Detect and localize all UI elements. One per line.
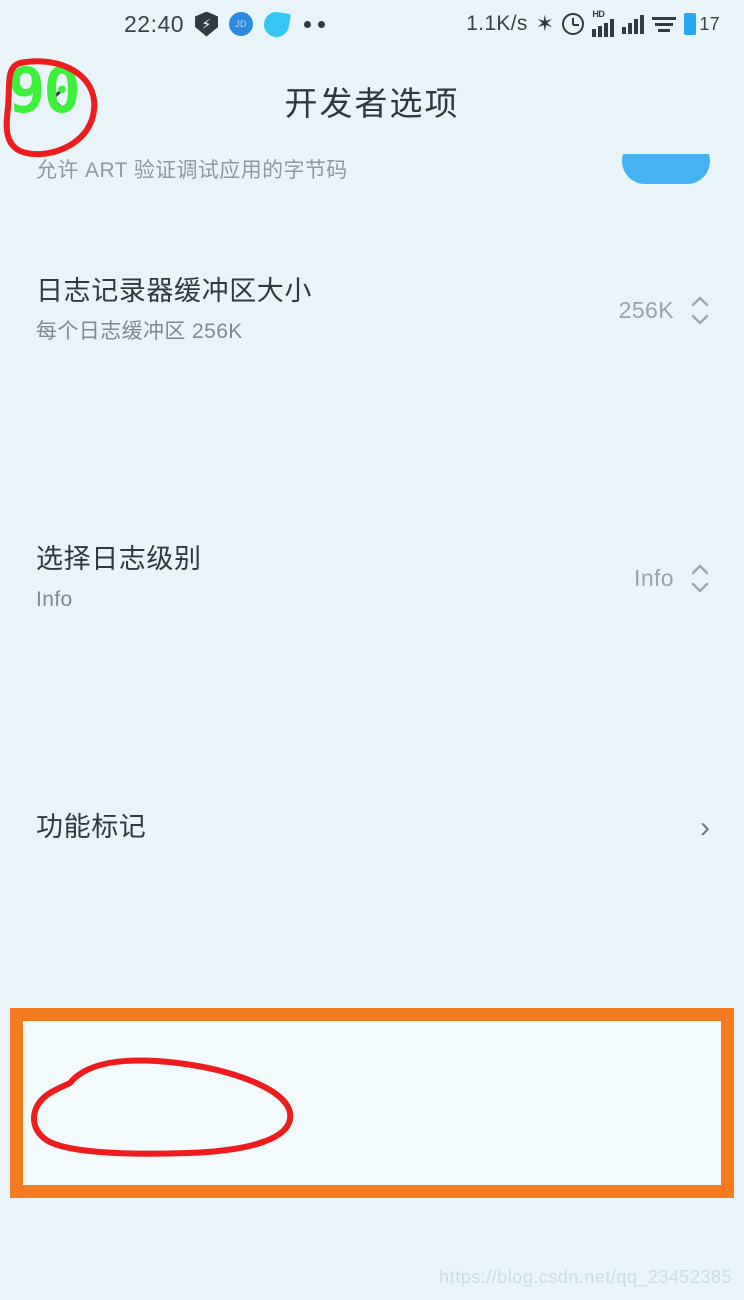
list-item-value: Info [634,564,674,591]
signal-bars-icon [622,14,645,34]
shield-icon: ⚡ [195,11,219,37]
stepper-icon[interactable] [690,295,710,326]
list-item-log-level[interactable]: 选择日志级别 Info Info [0,514,744,642]
vibrate-mode-icon [652,16,677,32]
list-item-logger-buffer-size[interactable]: 日志记录器缓冲区大小 每个日志缓冲区 256K 256K [0,246,744,374]
row-text: 允许 ART 验证调试应用的字节码 [36,157,622,184]
list-item-subtitle: 允许 ART 验证调试应用的字节码 [36,158,348,182]
list-item-title: 功能标记 [36,812,147,843]
row-control[interactable]: Info [634,563,710,594]
hd-label: HD [592,9,605,19]
stepper-icon[interactable] [690,563,710,594]
page-title: 开发者选项 [284,85,460,122]
list-item-value: 256K [618,296,674,323]
toggle-switch-clipped[interactable] [622,154,710,184]
refresh-rate-overlay: 90 [8,54,81,127]
row-text: 选择日志级别 Info [36,543,616,613]
row-text: 功能标记 [36,811,682,845]
status-bar: 22:40 ⚡ JD 1.1K/s ✶ HD 17 [0,0,744,48]
battery-icon: 17 [684,13,720,35]
bluetooth-icon: ✶ [535,11,555,36]
app-header: 开发者选项 [0,48,744,154]
status-bar-left: 22:40 ⚡ JD [124,9,326,39]
row-text: 日志记录器缓冲区大小 每个日志缓冲区 256K [36,275,601,345]
list-item-title: 日志记录器缓冲区大小 [36,275,312,306]
list-item-feature-flags[interactable]: 功能标记 › [0,778,744,878]
browser-app-icon [262,9,292,39]
list-item-subtitle: Info [36,587,73,611]
alarm-clock-icon [562,13,585,35]
status-time: 22:40 [124,10,185,37]
row-control[interactable]: 256K [619,295,710,326]
battery-percent-label: 17 [699,13,720,34]
more-notifications-icon [304,20,326,28]
annotation-highlight-box [10,1008,734,1198]
watermark: https://blog.csdn.net/qq_23452385 [439,1267,732,1287]
status-bar-right: 1.1K/s ✶ HD 17 [466,9,720,37]
list-item-subtitle: 每个日志缓冲区 256K [36,319,243,343]
network-speed-label: 1.1K/s [466,12,528,35]
row-control[interactable]: › [700,813,710,843]
list-item-title: 选择日志级别 [36,543,202,574]
app-notification-icon: JD [229,12,254,36]
list-item-clipped[interactable]: 允许 ART 验证调试应用的字节码 [0,154,744,184]
hd-signal-icon: HD [592,9,615,37]
chevron-right-icon[interactable]: › [700,813,710,843]
